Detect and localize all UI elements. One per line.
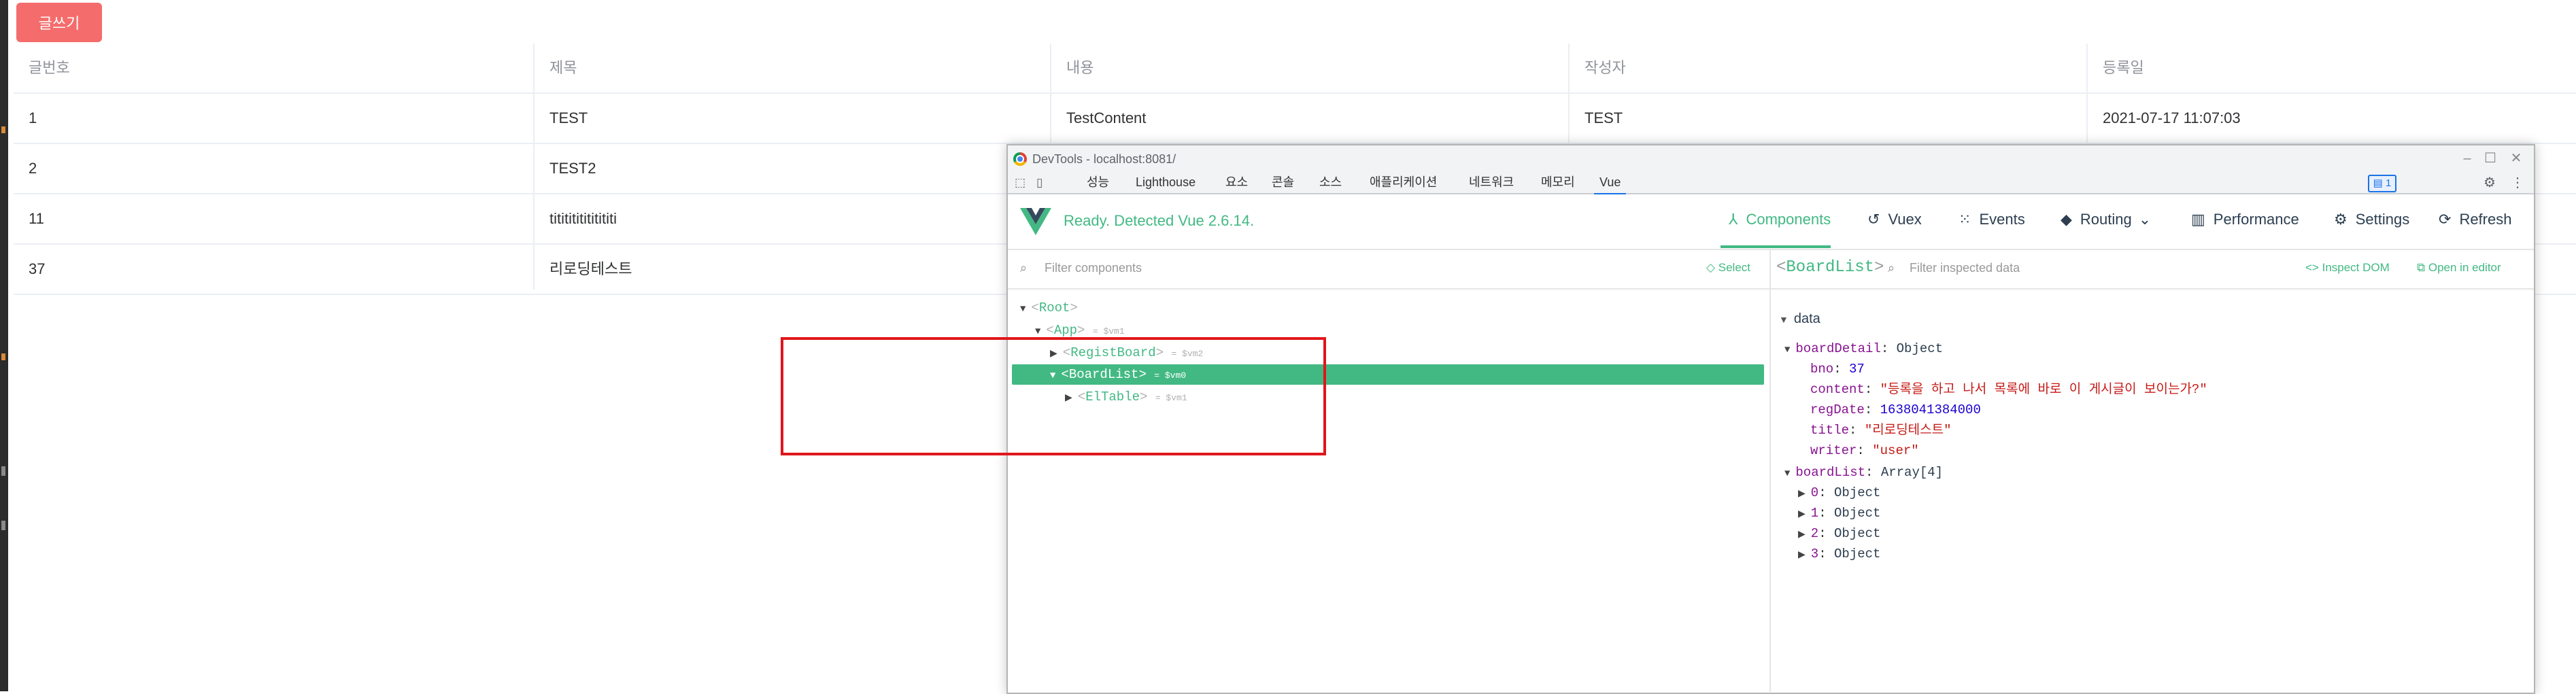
header-bno: 글번호 bbox=[29, 59, 70, 76]
inspect-element-icon[interactable]: ⬚ bbox=[1015, 175, 1026, 190]
chevron-down-icon: ⌄ bbox=[2138, 211, 2152, 228]
prop-title[interactable]: title: "리로딩테스트" bbox=[1810, 420, 1952, 440]
prop-bno[interactable]: bno: 37 bbox=[1810, 359, 1865, 379]
inspect-dom-link[interactable]: <> Inspect DOM bbox=[2305, 261, 2390, 275]
prop-boardList-item[interactable]: ▶ 0: Object bbox=[1798, 483, 1880, 503]
vue-logo-icon bbox=[1020, 208, 1051, 235]
cell-writer: TEST bbox=[1584, 109, 1623, 126]
cell-regdate: 2021-07-17 11:07:03 bbox=[2103, 109, 2241, 126]
components-pane: ⌕ Filter components ◇ Select ▼ <Root> ▼ <A… bbox=[1008, 250, 1771, 692]
write-post-button[interactable]: 글쓰기 bbox=[16, 3, 102, 42]
prop-boardList-item[interactable]: ▶ 3: Object bbox=[1798, 544, 1880, 564]
code-icon: <> bbox=[2305, 261, 2319, 274]
prop-boardDetail[interactable]: ▼ boardDetail: Object bbox=[1784, 339, 1943, 359]
gear-icon[interactable]: ⚙ bbox=[2484, 175, 2496, 190]
nav-components[interactable]: ⅄ Components bbox=[1729, 211, 1831, 228]
component-filter[interactable]: ⌕ Filter components ◇ Select bbox=[1008, 250, 1769, 290]
components-icon: ⅄ bbox=[1729, 211, 1738, 228]
cell-bno: 2 bbox=[29, 160, 37, 177]
tab-elements[interactable]: 요소 bbox=[1220, 173, 1253, 193]
cell-title: TEST2 bbox=[549, 160, 596, 177]
cell-title: TEST bbox=[549, 109, 588, 126]
target-icon: ◇ bbox=[1706, 261, 1716, 274]
nav-vuex[interactable]: ↺ Vuex bbox=[1867, 211, 1922, 228]
prop-content[interactable]: content: "등록을 하고 나서 목록에 바로 이 게시글이 보이는가?" bbox=[1810, 379, 2207, 400]
events-icon: ⁙ bbox=[1959, 211, 1971, 228]
tab-vue[interactable]: Vue bbox=[1594, 173, 1627, 195]
tab-lighthouse[interactable]: Lighthouse bbox=[1130, 173, 1201, 193]
caret-down-icon: ▼ bbox=[1784, 468, 1791, 479]
history-icon: ↺ bbox=[1867, 211, 1880, 228]
bar-chart-icon: ▥ bbox=[2191, 211, 2205, 228]
cell-content: TestContent bbox=[1066, 109, 1147, 126]
highlight-box bbox=[781, 337, 1326, 455]
tab-sources[interactable]: 소스 bbox=[1314, 173, 1347, 193]
search-icon: ⌕ bbox=[1020, 261, 1028, 275]
settings-icon: ⚙ bbox=[2334, 211, 2348, 228]
header-content: 내용 bbox=[1066, 59, 1094, 76]
vue-devtools-header: Ready. Detected Vue 2.6.14. ⅄ Components … bbox=[1008, 194, 2534, 250]
chrome-icon bbox=[1013, 152, 1027, 166]
select-component-button[interactable]: ◇ Select bbox=[1706, 261, 1750, 275]
nav-routing[interactable]: ◆ Routing ⌄ bbox=[2061, 211, 2151, 228]
table-header: 글번호 제목 내용 작성자 등록일 bbox=[14, 44, 2576, 94]
tab-performance[interactable]: 성능 bbox=[1081, 173, 1115, 193]
cell-bno: 1 bbox=[29, 109, 37, 126]
prop-regDate[interactable]: regDate: 1638041384000 bbox=[1810, 400, 1981, 420]
device-toolbar-icon[interactable]: ▯ bbox=[1036, 175, 1043, 190]
filter-components-input[interactable]: Filter components bbox=[1045, 261, 1142, 275]
search-icon: ⌕ bbox=[1888, 261, 1895, 275]
inspected-component-name: <BoardList> bbox=[1776, 258, 1884, 277]
external-link-icon: ⧉ bbox=[2417, 261, 2426, 274]
caret-down-icon: ▼ bbox=[1035, 326, 1041, 337]
inspector-toolbar: <BoardList> ⌕ Filter inspected data <> I… bbox=[1771, 250, 2534, 290]
left-window-edge bbox=[0, 0, 8, 691]
header-regdate: 등록일 bbox=[2103, 59, 2144, 76]
prop-boardList[interactable]: ▼ boardList: Array[4] bbox=[1784, 462, 1943, 483]
routing-icon: ◆ bbox=[2061, 211, 2072, 228]
caret-down-icon: ▼ bbox=[1020, 304, 1026, 315]
header-title: 제목 bbox=[549, 59, 577, 76]
prop-boardList-item[interactable]: ▶ 2: Object bbox=[1798, 523, 1880, 544]
table-row[interactable]: 1 TEST TestContent TEST 2021-07-17 11:07… bbox=[14, 94, 2576, 144]
caret-down-icon: ▼ bbox=[1779, 314, 1789, 325]
header-writer: 작성자 bbox=[1584, 59, 1626, 76]
caret-right-icon: ▶ bbox=[1798, 509, 1806, 520]
cell-title: 리로딩테스트 bbox=[549, 260, 632, 277]
devtools-titlebar[interactable]: DevTools - localhost:8081/ – ☐ ✕ bbox=[1008, 145, 2534, 173]
cell-title: tititititititititi bbox=[549, 210, 617, 227]
caret-right-icon: ▶ bbox=[1798, 489, 1806, 500]
tab-network[interactable]: 네트워크 bbox=[1463, 173, 1519, 193]
prop-boardList-item[interactable]: ▶ 1: Object bbox=[1798, 503, 1880, 523]
devtools-tabbar: ⬚ ▯ 성능 Lighthouse 요소 콘솔 소스 애플리케이션 네트워크 메… bbox=[1008, 173, 2534, 195]
close-icon[interactable]: ✕ bbox=[2501, 148, 2531, 169]
nav-events[interactable]: ⁙ Events bbox=[1959, 211, 2025, 228]
filter-inspected-data-input[interactable]: Filter inspected data bbox=[1910, 261, 2020, 275]
caret-right-icon: ▶ bbox=[1798, 530, 1806, 540]
cell-bno: 11 bbox=[29, 210, 44, 227]
caret-right-icon: ▶ bbox=[1798, 550, 1806, 561]
issues-badge[interactable]: ▤ 1 bbox=[2368, 175, 2396, 192]
active-nav-indicator bbox=[1721, 245, 1831, 248]
nav-performance[interactable]: ▥ Performance bbox=[2191, 211, 2299, 228]
prop-writer[interactable]: writer: "user" bbox=[1810, 440, 1919, 461]
nav-refresh[interactable]: ⟳ Refresh bbox=[2439, 211, 2511, 228]
vue-status: Ready. Detected Vue 2.6.14. bbox=[1064, 212, 1255, 229]
tab-application[interactable]: 애플리케이션 bbox=[1364, 173, 1442, 193]
window-title: DevTools - localhost:8081/ bbox=[1032, 152, 1176, 166]
cell-bno: 37 bbox=[29, 260, 46, 277]
tab-memory[interactable]: 메모리 bbox=[1536, 173, 1580, 193]
refresh-icon: ⟳ bbox=[2439, 211, 2452, 228]
inspector-pane: <BoardList> ⌕ Filter inspected data <> I… bbox=[1771, 250, 2534, 692]
data-section-header[interactable]: ▼ data bbox=[1779, 311, 1820, 327]
more-menu-icon[interactable]: ⋮ bbox=[2511, 175, 2524, 190]
caret-down-icon: ▼ bbox=[1784, 345, 1791, 355]
nav-settings[interactable]: ⚙ Settings bbox=[2334, 211, 2409, 228]
open-in-editor-link[interactable]: ⧉ Open in editor bbox=[2417, 261, 2501, 275]
tree-node-root[interactable]: ▼ <Root> bbox=[1020, 298, 1078, 318]
tab-console[interactable]: 콘솔 bbox=[1266, 173, 1300, 193]
